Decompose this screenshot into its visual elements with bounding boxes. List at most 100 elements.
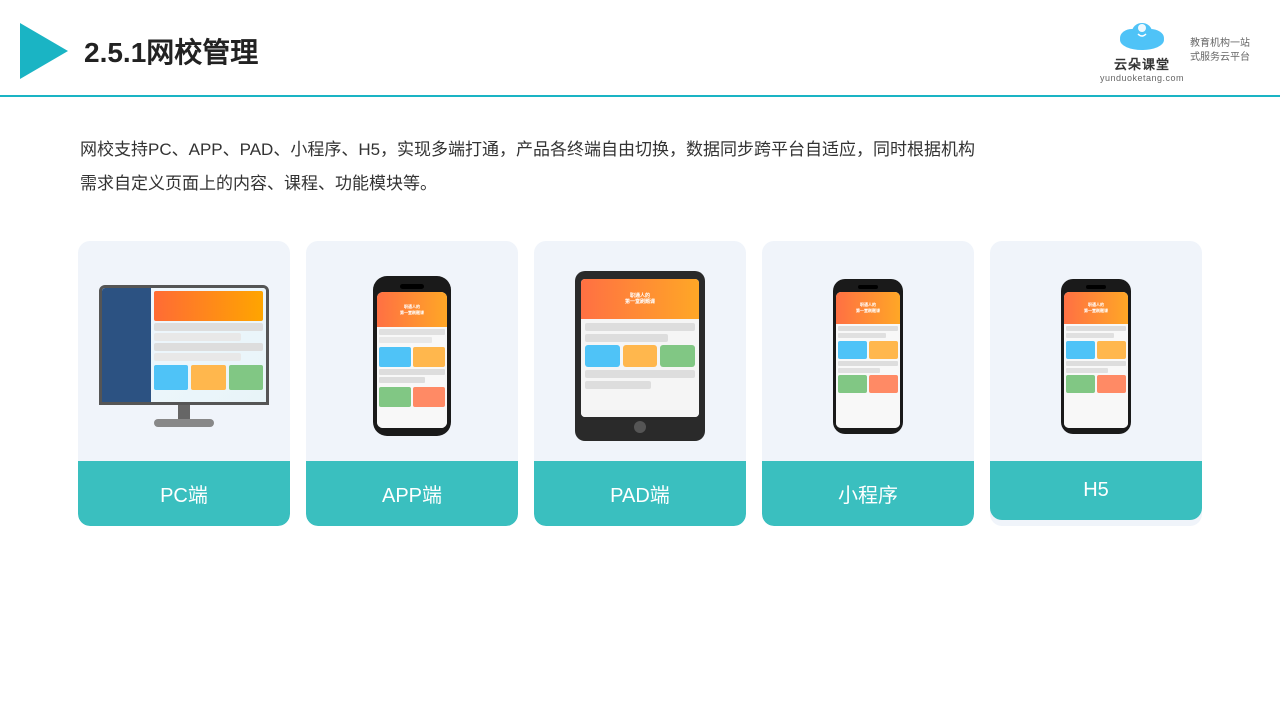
h5-notch — [1086, 285, 1106, 289]
play-icon — [20, 23, 68, 79]
h5-row1 — [1066, 326, 1126, 331]
card-h5: 职通人的第一堂刷题课 — [990, 241, 1202, 526]
tablet-home-btn — [634, 421, 646, 433]
phone-cards2 — [379, 387, 445, 407]
monitor-banner — [154, 291, 263, 321]
pc-monitor — [94, 285, 274, 427]
card-pad-label: PAD端 — [534, 461, 746, 526]
h5-row2 — [1066, 333, 1114, 338]
card-mini-image: 职通人的第一堂刷题课 — [762, 241, 974, 461]
page-title: 2.5.1网校管理 — [84, 31, 258, 71]
tablet-row2 — [585, 334, 668, 342]
phone-row4 — [379, 377, 425, 383]
tablet-card1 — [585, 345, 620, 367]
mini-row3 — [838, 361, 898, 366]
logo-area: 云朵课堂 yunduoketang.com 教育机构一站 式服务云平台 — [1100, 18, 1250, 83]
tablet-content — [581, 319, 699, 417]
tablet-row1 — [585, 323, 695, 331]
monitor-row4 — [154, 353, 241, 361]
header-left: 2.5.1网校管理 — [20, 23, 258, 79]
tablet-row3 — [585, 370, 695, 378]
mini-card4 — [869, 375, 898, 393]
logo-tag2: 式服务云平台 — [1190, 51, 1250, 65]
phone-card1 — [379, 347, 411, 367]
mini-card1 — [838, 341, 867, 359]
monitor-screen — [99, 285, 269, 405]
card-app-image: 职通人的第一堂刷题课 — [306, 241, 518, 461]
tablet-card2 — [623, 345, 658, 367]
tablet-card3 — [660, 345, 695, 367]
card-mini-program: 职通人的第一堂刷题课 — [762, 241, 974, 526]
description-line2: 需求自定义页面上的内容、课程、功能模块等。 — [80, 167, 1200, 201]
mini-cards — [838, 341, 898, 359]
h5-banner-text: 职通人的第一堂刷题课 — [1084, 302, 1108, 312]
phone-content — [377, 327, 447, 428]
logo-text: 云朵课堂 — [1114, 54, 1170, 73]
h5-cards — [1066, 341, 1126, 359]
mini-row2 — [838, 333, 886, 338]
header: 2.5.1网校管理 云朵课堂 yunduoketang.com 教育机构一站 式… — [0, 0, 1280, 97]
app-phone: 职通人的第一堂刷题课 — [373, 276, 451, 436]
mini-banner: 职通人的第一堂刷题课 — [836, 292, 900, 324]
phone-banner-text: 职通人的第一堂刷题课 — [400, 304, 424, 314]
phone-notch — [400, 284, 424, 289]
phone-card2 — [413, 347, 445, 367]
monitor-row1 — [154, 323, 263, 331]
h5-phone: 职通人的第一堂刷题课 — [1061, 279, 1131, 434]
tablet-row4 — [585, 381, 651, 389]
monitor-neck — [178, 405, 190, 419]
monitor-base — [154, 419, 214, 427]
phone-screen: 职通人的第一堂刷题课 — [377, 292, 447, 428]
cards-container: PC端 职通人的第一堂刷题课 — [0, 221, 1280, 556]
mini-screen: 职通人的第一堂刷题课 — [836, 292, 900, 428]
card-app-label: APP端 — [306, 461, 518, 526]
tablet-cards — [585, 345, 695, 367]
logo-sub: yunduoketang.com — [1100, 73, 1184, 83]
description-line1: 网校支持PC、APP、PAD、小程序、H5，实现多端打通，产品各终端自由切换，数… — [80, 133, 1200, 167]
mini-row1 — [838, 326, 898, 331]
h5-banner: 职通人的第一堂刷题课 — [1064, 292, 1128, 324]
mini-notch — [858, 285, 878, 289]
h5-card2 — [1097, 341, 1126, 359]
mini-card3 — [838, 375, 867, 393]
card-mini-label: 小程序 — [762, 461, 974, 526]
mini-content — [836, 324, 900, 428]
mini-row4 — [838, 368, 880, 373]
h5-row3 — [1066, 361, 1126, 366]
mini-banner-text: 职通人的第一堂刷题课 — [856, 302, 880, 312]
logo-tagline: 教育机构一站 式服务云平台 — [1190, 37, 1250, 65]
h5-card4 — [1097, 375, 1126, 393]
logo-cloud: 云朵课堂 yunduoketang.com — [1100, 18, 1184, 83]
h5-card3 — [1066, 375, 1095, 393]
card-h5-label: H5 — [990, 461, 1202, 520]
card-app: 职通人的第一堂刷题课 — [306, 241, 518, 526]
h5-cards2 — [1066, 375, 1126, 393]
card-pc-label: PC端 — [78, 461, 290, 526]
h5-content — [1064, 324, 1128, 428]
phone-banner: 职通人的第一堂刷题课 — [377, 292, 447, 327]
phone-cards — [379, 347, 445, 367]
card-pad: 职通人的第一堂刷题课 — [534, 241, 746, 526]
h5-screen: 职通人的第一堂刷题课 — [1064, 292, 1128, 428]
phone-card4 — [413, 387, 445, 407]
description-area: 网校支持PC、APP、PAD、小程序、H5，实现多端打通，产品各终端自由切换，数… — [0, 97, 1280, 221]
card-h5-image: 职通人的第一堂刷题课 — [990, 241, 1202, 461]
h5-row4 — [1066, 368, 1108, 373]
logo-svg — [1112, 18, 1172, 54]
monitor-inner — [102, 288, 266, 402]
mini-program-phone: 职通人的第一堂刷题课 — [833, 279, 903, 434]
tablet-banner: 职通人的第一堂刷题课 — [581, 279, 699, 319]
card-pad-image: 职通人的第一堂刷题课 — [534, 241, 746, 461]
tablet-screen: 职通人的第一堂刷题课 — [581, 279, 699, 417]
card-pc: PC端 — [78, 241, 290, 526]
monitor-row2 — [154, 333, 241, 341]
logo-tag1: 教育机构一站 — [1190, 37, 1250, 51]
tablet-banner-text: 职通人的第一堂刷题课 — [625, 293, 655, 306]
card-pc-image — [78, 241, 290, 461]
mini-cards2 — [838, 375, 898, 393]
monitor-row3 — [154, 343, 263, 351]
pad-tablet: 职通人的第一堂刷题课 — [575, 271, 705, 441]
phone-row3 — [379, 369, 445, 375]
mini-card2 — [869, 341, 898, 359]
monitor-sidebar — [102, 288, 151, 402]
